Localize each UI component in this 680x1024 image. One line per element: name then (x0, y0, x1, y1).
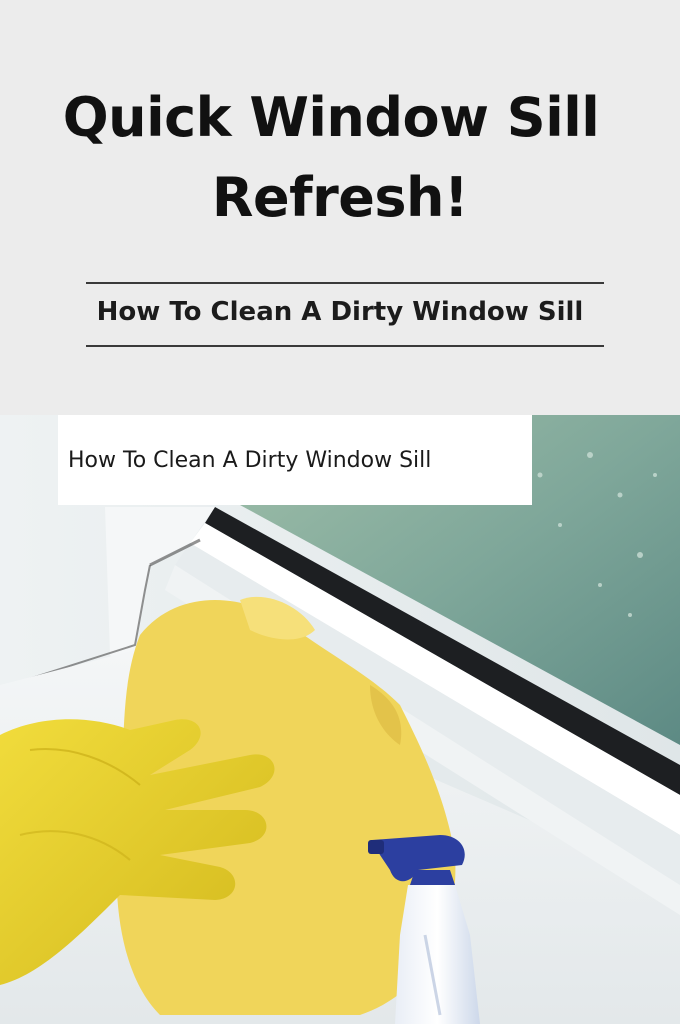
title-line-1: Quick Window Sill (62, 86, 600, 149)
title-line-2: Refresh! (211, 166, 469, 229)
divider-bottom (86, 345, 604, 347)
photo-caption: How To Clean A Dirty Window Sill (58, 415, 532, 505)
page-title: Quick Window Sill Refresh! (0, 78, 680, 238)
window-sill-cleaning-photo (0, 415, 680, 1024)
header-section: Quick Window Sill Refresh! How To Clean … (0, 0, 680, 415)
subtitle: How To Clean A Dirty Window Sill (96, 297, 584, 327)
photo-illustration (0, 415, 680, 1024)
divider-top (86, 282, 604, 284)
sprayer-collar (410, 870, 455, 885)
